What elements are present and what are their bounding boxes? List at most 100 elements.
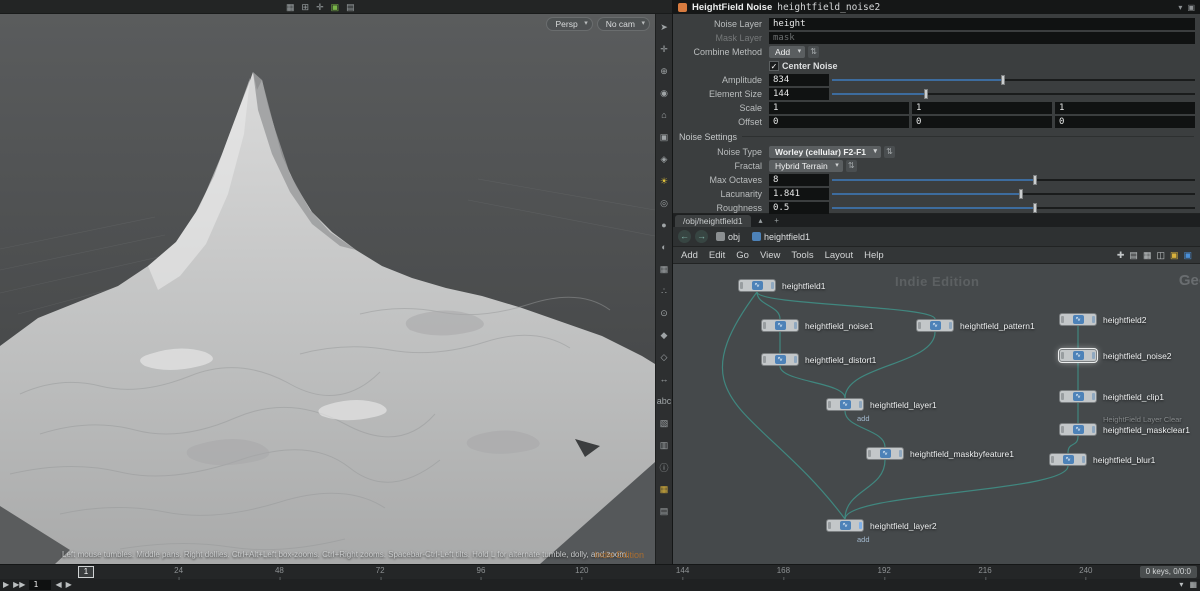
node-display-flag[interactable] [794, 356, 797, 363]
noise-type-stepper-icon[interactable]: ⇅ [884, 146, 895, 158]
element-size-value-field[interactable]: 144 [769, 88, 829, 100]
group-select-icon[interactable]: ◆ [657, 324, 672, 346]
node-heightfield-noise2[interactable]: ∿heightfield_noise2 [1059, 349, 1097, 362]
material-mode-icon[interactable]: ◐ [657, 236, 672, 258]
noise-layer-field[interactable]: height [769, 18, 1195, 30]
node-bypass-flag[interactable] [1061, 426, 1064, 433]
tools-icon[interactable]: ✚ [1117, 247, 1125, 264]
info-icon[interactable]: ⓘ [657, 456, 672, 478]
menu-help[interactable]: Help [864, 250, 884, 261]
offset-field-1[interactable]: 0 [912, 116, 1052, 128]
node-bypass-flag[interactable] [763, 356, 766, 363]
jump-end-button[interactable]: ▶▶ [13, 579, 25, 591]
node-display-flag[interactable] [1092, 352, 1095, 359]
max-octaves-slider[interactable] [832, 174, 1195, 186]
snap-options-icon[interactable]: ▤ [346, 0, 355, 14]
timeline-ruler[interactable]: 1 24487296120144168192216240 0 keys, 0/0… [0, 564, 1200, 579]
menu-tools[interactable]: Tools [791, 250, 813, 261]
camera-select-button[interactable]: No cam [597, 17, 650, 31]
terrain-render[interactable] [0, 14, 655, 564]
menu-edit[interactable]: Edit [709, 250, 725, 261]
home-view-icon[interactable]: ⌂ [657, 104, 672, 126]
wire-heightfield-maskclear1-to-heightfield-blur1[interactable] [1068, 436, 1078, 453]
node-heightfield-blur1[interactable]: ∿heightfield_blur1 [1049, 453, 1087, 466]
lock-camera-icon[interactable]: ◈ [657, 148, 672, 170]
node-bypass-flag[interactable] [918, 322, 921, 329]
offset-field-2[interactable]: 0 [1055, 116, 1195, 128]
current-frame-marker[interactable]: 1 [78, 566, 94, 578]
tab-collapse-icon[interactable]: ▴ [755, 215, 767, 227]
back-button[interactable]: ← [678, 230, 691, 243]
breadcrumb-obj[interactable]: obj [712, 231, 744, 243]
param-panel-menu-icon[interactable]: ▾ [1178, 3, 1182, 12]
scale-field-0[interactable]: 1 [769, 102, 909, 114]
offset-field-0[interactable]: 0 [769, 116, 909, 128]
roughness-value-field[interactable]: 0.5 [769, 202, 829, 214]
network-editor-canvas[interactable]: Indie Edition Geo ∿heightfield1∿heightfi… [673, 264, 1200, 564]
wire-heightfield-blur1-to-heightfield-layer2[interactable] [845, 466, 1068, 519]
slider-handle[interactable] [1001, 75, 1005, 85]
combine-method-dropdown[interactable]: Add [769, 46, 805, 58]
node-heightfield-layer1[interactable]: ∿heightfield_layer1add [826, 398, 864, 411]
roughness-slider[interactable] [832, 202, 1195, 214]
prev-frame-button[interactable]: ◀ [55, 579, 61, 591]
fractal-dropdown[interactable]: Hybrid Terrain [769, 160, 843, 172]
slider-handle[interactable] [1019, 189, 1023, 199]
node-bypass-flag[interactable] [1061, 316, 1064, 323]
fractal-stepper-icon[interactable]: ⇅ [846, 160, 857, 172]
viewport-render-area[interactable]: ➤✛⊕◉⌂▣◈☀◎●◐▦∴⊙◆◇↔abc▧▥ⓘ▦▤ Persp No cam L… [0, 14, 672, 564]
node-heightfield2[interactable]: ∿heightfield2 [1059, 313, 1097, 326]
menu-view[interactable]: View [760, 250, 780, 261]
section-noise-settings[interactable]: Noise Settings [679, 130, 1194, 143]
snap-prim-icon[interactable]: ⊞ [302, 0, 310, 14]
tree-view-icon[interactable]: ▤ [1129, 247, 1138, 264]
menu-layout[interactable]: Layout [825, 250, 854, 261]
node-heightfield-layer2[interactable]: ∿heightfield_layer2add [826, 519, 864, 532]
snap-active-icon[interactable]: ▣ [331, 0, 340, 14]
amplitude-value-field[interactable]: 834 [769, 74, 829, 86]
node-name-field[interactable]: heightfield_noise2 [777, 2, 880, 13]
slider-handle[interactable] [1033, 203, 1037, 213]
lacunarity-slider[interactable] [832, 188, 1195, 200]
combine-method-stepper-icon[interactable]: ⇅ [808, 46, 819, 58]
mask-layer-field[interactable]: mask [769, 32, 1195, 44]
node-heightfield-clip1[interactable]: ∿heightfield_clip1 [1059, 390, 1097, 403]
network-path-tab[interactable]: /obj/heightfield1 [675, 215, 751, 227]
snap-toggle-icon[interactable]: ◇ [657, 346, 672, 368]
node-display-flag[interactable] [899, 450, 902, 457]
zoom-tool-icon[interactable]: ⊕ [657, 60, 672, 82]
next-frame-button[interactable]: ▶ [66, 579, 72, 591]
animation-options-icon[interactable]: ▦ [1189, 579, 1197, 591]
image-plane-icon[interactable]: ▧ [657, 412, 672, 434]
points-display-icon[interactable]: ∴ [657, 280, 672, 302]
node-display-flag[interactable] [1082, 456, 1085, 463]
select-mode-icon[interactable]: ⊙ [657, 302, 672, 324]
light-icon[interactable]: ☀ [657, 170, 672, 192]
node-heightfield-pattern1[interactable]: ∿heightfield_pattern1 [916, 319, 954, 332]
playbar-menu-icon[interactable]: ▾ [1179, 579, 1183, 591]
node-heightfield-maskbyfeature1[interactable]: ∿heightfield_maskbyfeature1 [866, 447, 904, 460]
grid-options-icon[interactable]: ▦ [657, 478, 672, 500]
grid-view-icon[interactable]: ▦ [1143, 247, 1152, 264]
wire-heightfield1-to-heightfield-pattern1[interactable] [757, 292, 935, 319]
node-display-flag[interactable] [949, 322, 952, 329]
snapshot-icon[interactable]: ▤ [657, 500, 672, 522]
snap-grid-icon[interactable]: ▦ [286, 0, 295, 14]
forward-button[interactable]: → [695, 230, 708, 243]
node-bypass-flag[interactable] [1051, 456, 1054, 463]
node-bypass-flag[interactable] [740, 282, 743, 289]
node-display-flag[interactable] [1092, 316, 1095, 323]
node-display-flag[interactable] [1092, 426, 1095, 433]
color-palette-icon[interactable]: ▣ [1170, 247, 1179, 264]
node-display-flag[interactable] [794, 322, 797, 329]
element-size-slider[interactable] [832, 88, 1195, 100]
param-panel-pin-icon[interactable]: ▣ [1187, 3, 1195, 12]
node-heightfield-noise1[interactable]: ∿heightfield_noise1 [761, 319, 799, 332]
node-bypass-flag[interactable] [868, 450, 871, 457]
max-octaves-value-field[interactable]: 8 [769, 174, 829, 186]
frame-selected-icon[interactable]: ▣ [657, 126, 672, 148]
node-heightfield1[interactable]: ∿heightfield1 [738, 279, 776, 292]
first-person-icon[interactable]: ◉ [657, 82, 672, 104]
slider-handle[interactable] [924, 89, 928, 99]
wire-heightfield-maskbyfeature1-to-heightfield-layer2[interactable] [845, 460, 885, 519]
